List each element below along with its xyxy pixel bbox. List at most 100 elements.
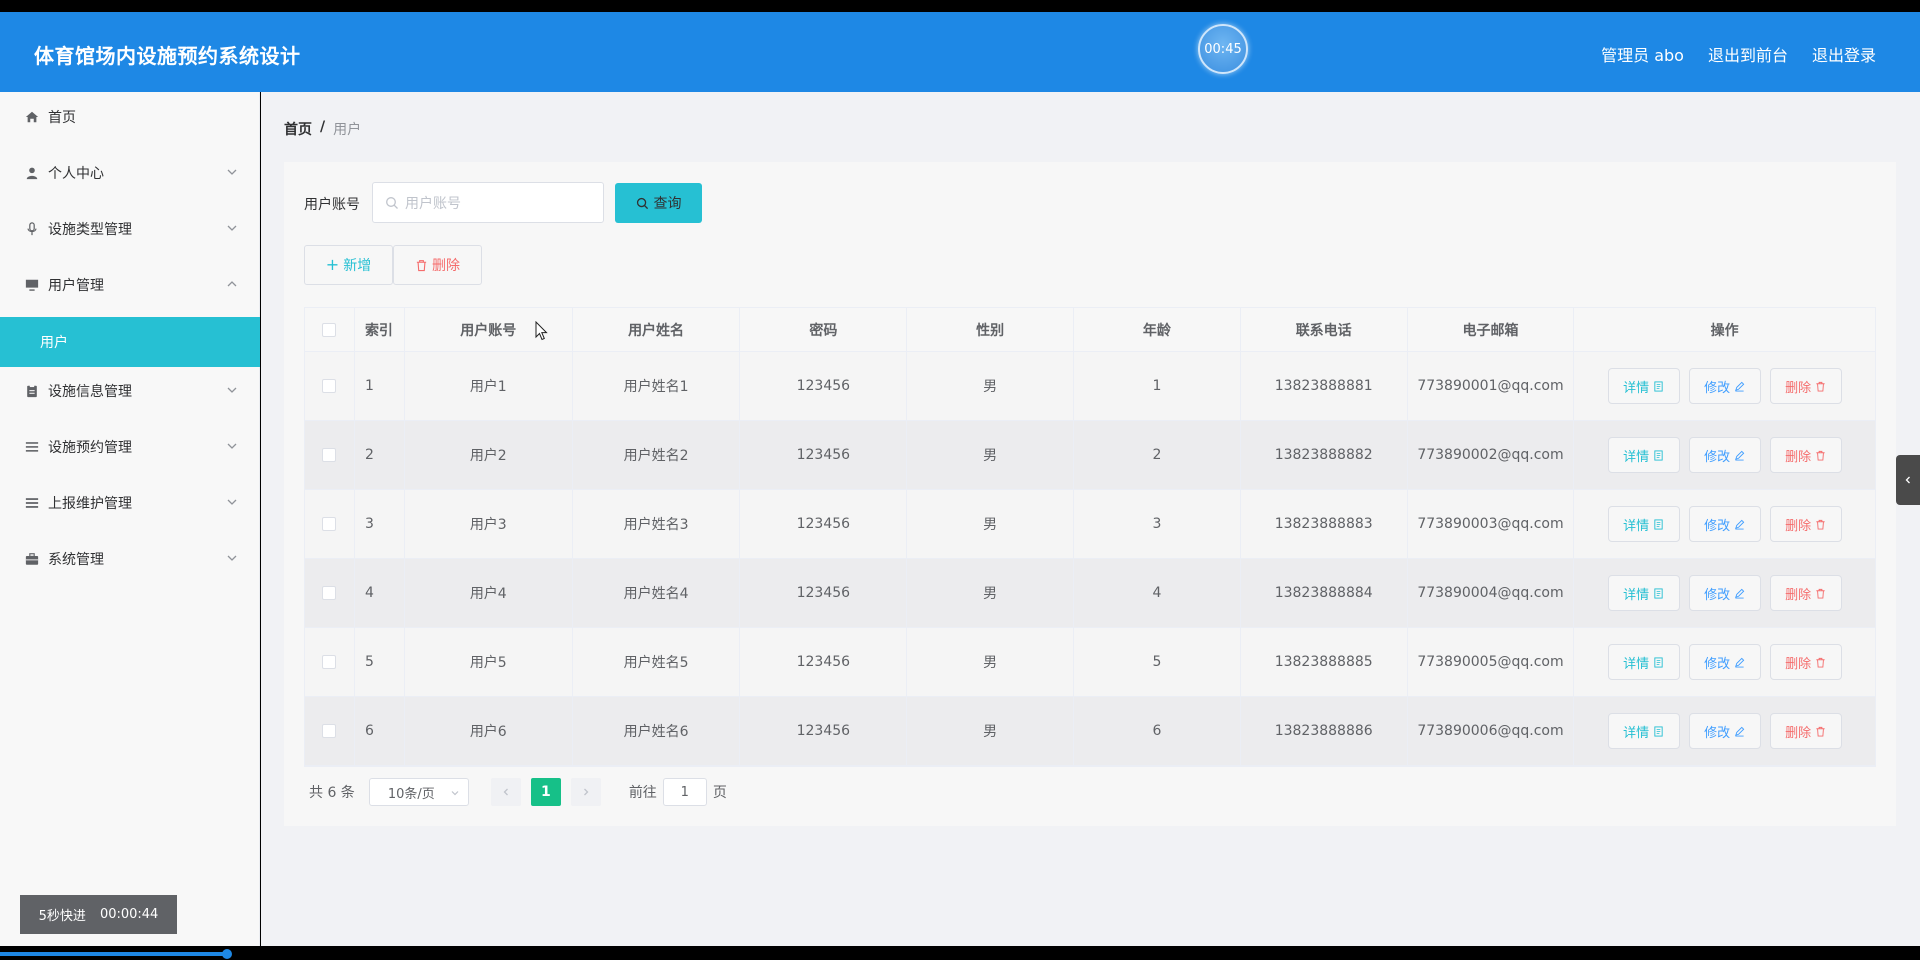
select-all-checkbox[interactable] — [322, 322, 337, 337]
cell-password: 123456 — [740, 421, 908, 489]
edit-label: 修改 — [1704, 449, 1731, 465]
cell-actions: 详情 修改 删除 — [1574, 421, 1875, 489]
cell-gender: 男 — [907, 628, 1075, 696]
delete-button[interactable]: 删除 — [1769, 575, 1842, 611]
sidebar-item-label: 系统管理 — [48, 552, 104, 568]
cell-password: 123456 — [740, 628, 908, 696]
delete-button[interactable]: 删除 — [1769, 713, 1842, 749]
search-input[interactable]: 用户账号 — [372, 182, 604, 223]
table-row: 3 用户3 用户姓名3 123456 男 3 13823888883 77389… — [305, 490, 1875, 559]
detail-button[interactable]: 详情 — [1607, 713, 1680, 749]
cell-name: 用户姓名2 — [573, 421, 741, 489]
breadcrumb-separator: / — [320, 119, 326, 135]
row-select-cell — [305, 352, 355, 420]
detail-button[interactable]: 详情 — [1607, 644, 1680, 680]
header-links: 管理员 abo 退出到前台 退出登录 — [1601, 42, 1876, 66]
batch-delete-button[interactable]: 删除 — [393, 245, 482, 285]
detail-label: 详情 — [1623, 449, 1650, 465]
cell-gender: 男 — [907, 421, 1075, 489]
clipboard-icon — [24, 383, 40, 399]
cell-account: 用户4 — [405, 559, 573, 627]
sidebar-item-facility-info[interactable]: 设施信息管理 — [0, 366, 260, 416]
edit-button[interactable]: 修改 — [1688, 506, 1761, 542]
chevron-left-icon — [503, 788, 508, 796]
prev-page-button[interactable] — [490, 778, 521, 806]
cell-age: 5 — [1074, 628, 1241, 696]
cell-gender: 男 — [907, 697, 1075, 765]
row-checkbox[interactable] — [322, 448, 337, 462]
row-checkbox[interactable] — [322, 379, 337, 393]
video-frame-top — [0, 0, 1920, 12]
sidebar-item-label: 设施类型管理 — [48, 222, 132, 238]
row-select-cell — [305, 628, 355, 696]
current-page[interactable]: 1 — [530, 778, 561, 806]
table-row: 2 用户2 用户姓名2 123456 男 2 13823888882 77389… — [305, 421, 1875, 490]
sidebar-item-label: 设施预约管理 — [48, 440, 132, 456]
edit-button[interactable]: 修改 — [1688, 368, 1761, 404]
edit-button[interactable]: 修改 — [1688, 644, 1761, 680]
sidebar-item-personal-center[interactable]: 个人中心 — [0, 148, 260, 198]
cell-name: 用户姓名5 — [573, 628, 741, 696]
cell-gender: 男 — [907, 490, 1075, 558]
select-all-cell — [305, 308, 355, 351]
detail-button[interactable]: 详情 — [1607, 506, 1680, 542]
page-size-select[interactable]: 10条/页 — [368, 778, 469, 806]
next-page-button[interactable] — [570, 778, 601, 806]
cell-actions: 详情 修改 删除 — [1574, 628, 1875, 696]
chevron-down-icon — [227, 169, 237, 175]
cell-index: 3 — [355, 490, 405, 558]
row-checkbox[interactable] — [322, 586, 337, 600]
cell-password: 123456 — [740, 697, 908, 765]
top-header: 体育馆场内设施预约系统设计 00:45 管理员 abo 退出到前台 退出登录 — [0, 12, 1920, 92]
edit-button[interactable]: 修改 — [1688, 713, 1761, 749]
side-collapse-tab[interactable] — [1896, 455, 1920, 505]
chevron-down-icon — [227, 225, 237, 231]
add-button[interactable]: + 新增 — [304, 245, 393, 285]
row-checkbox[interactable] — [322, 724, 337, 738]
row-checkbox[interactable] — [322, 517, 337, 531]
sidebar-item-facility-types[interactable]: 设施类型管理 — [0, 204, 260, 254]
pagination-total: 共 6 条 — [309, 785, 355, 801]
cell-email: 773890003@qq.com — [1408, 490, 1575, 558]
row-checkbox[interactable] — [322, 655, 337, 669]
sidebar-item-home[interactable]: 首页 — [0, 92, 260, 142]
page-size-value: 10条/页 — [387, 786, 435, 802]
query-button[interactable]: 查询 — [615, 183, 702, 223]
document-icon — [1654, 518, 1663, 530]
edit-button[interactable]: 修改 — [1688, 437, 1761, 473]
trash-icon — [1816, 588, 1825, 599]
goto-page-input[interactable]: 1 — [662, 778, 707, 806]
pagination: 共 6 条 10条/页 1 前往 1 页 — [304, 778, 727, 806]
table-row: 4 用户4 用户姓名4 123456 男 4 13823888884 77389… — [305, 559, 1875, 628]
home-icon — [24, 109, 40, 125]
video-progress-bar[interactable] — [0, 952, 228, 956]
delete-button[interactable]: 删除 — [1769, 368, 1842, 404]
video-progress-handle[interactable] — [222, 949, 232, 959]
cell-email: 773890006@qq.com — [1408, 697, 1575, 765]
sidebar-subitem-users[interactable]: 用户 — [0, 317, 260, 367]
delete-button[interactable]: 删除 — [1769, 506, 1842, 542]
chevron-down-icon — [227, 555, 237, 561]
pencil-icon — [1735, 450, 1745, 461]
exit-to-front-link[interactable]: 退出到前台 — [1708, 42, 1788, 66]
delete-button[interactable]: 删除 — [1769, 437, 1842, 473]
pencil-icon — [1735, 726, 1745, 737]
detail-button[interactable]: 详情 — [1607, 368, 1680, 404]
cell-email: 773890002@qq.com — [1408, 421, 1575, 489]
cell-email: 773890001@qq.com — [1408, 352, 1575, 420]
sidebar-item-facility-booking[interactable]: 设施预约管理 — [0, 422, 260, 472]
edit-button[interactable]: 修改 — [1688, 575, 1761, 611]
sidebar-item-system-management[interactable]: 系统管理 — [0, 534, 260, 584]
fast-forward-badge[interactable]: 5秒快进 00:00:44 — [20, 895, 177, 934]
breadcrumb-home[interactable]: 首页 — [284, 119, 312, 139]
delete-button[interactable]: 删除 — [1769, 644, 1842, 680]
sidebar-item-maintenance-reports[interactable]: 上报维护管理 — [0, 478, 260, 528]
sidebar-item-user-management[interactable]: 用户管理 — [0, 260, 260, 310]
detail-button[interactable]: 详情 — [1607, 437, 1680, 473]
logout-link[interactable]: 退出登录 — [1812, 42, 1876, 66]
pencil-icon — [1735, 381, 1745, 392]
detail-label: 详情 — [1623, 518, 1650, 534]
detail-button[interactable]: 详情 — [1607, 575, 1680, 611]
cell-actions: 详情 修改 删除 — [1574, 697, 1875, 765]
cell-password: 123456 — [740, 352, 908, 420]
